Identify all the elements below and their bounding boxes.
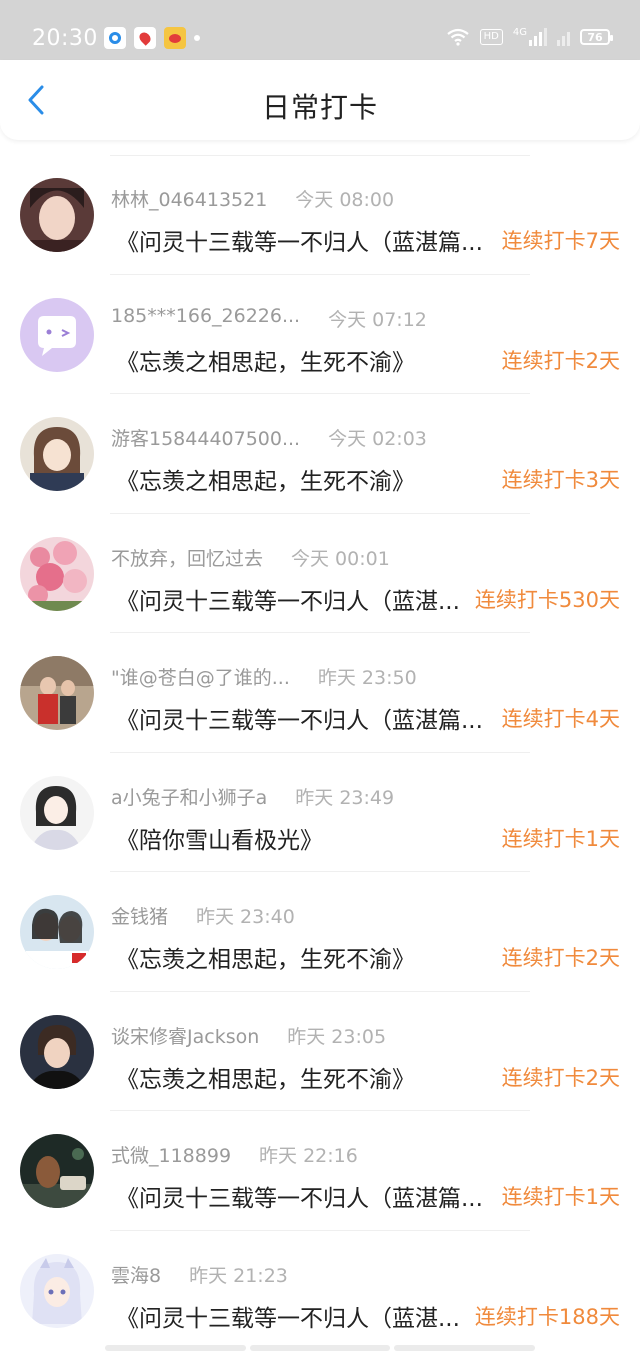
user-name: 185***166_26226... <box>111 304 301 327</box>
streak-label: 连续打卡2天 <box>501 946 620 970</box>
streak-label: 连续打卡2天 <box>501 348 620 373</box>
status-bar: 20:30 HD 4G 76 <box>0 0 640 60</box>
book-title: 《问灵十三载等一不归人（蓝湛篇... <box>116 708 483 734</box>
hd-voice-badge: HD <box>479 29 503 45</box>
checkin-time: 昨天 23:50 <box>317 667 417 689</box>
streak-label: 连续打卡530天 <box>474 587 620 612</box>
avatar[interactable] <box>20 775 94 850</box>
bottom-page-indicator <box>105 1345 536 1351</box>
checkin-time: 今天 02:03 <box>328 428 427 450</box>
list-item[interactable]: 雲海8 昨天 21:23 《问灵十三载等一不归人（蓝湛... 连续打卡188天 <box>0 1231 640 1351</box>
browser-app-icon <box>104 27 126 49</box>
list-item[interactable]: 游客15844407500... 今天 02:03 《忘羡之相思起，生死不渝》 … <box>0 394 640 514</box>
book-title: 《忘羡之相思起，生死不渝》 <box>116 349 415 376</box>
checkin-time: 昨天 23:49 <box>295 786 395 809</box>
user-name: 不放弃，回忆过去 <box>111 547 264 570</box>
item-meta: 不放弃，回忆过去 今天 00:01 <box>111 544 390 571</box>
book-title: 《忘羡之相思起，生死不渝》 <box>116 947 415 973</box>
nav-bar: 日常打卡 <box>0 60 640 140</box>
book-title: 《问灵十三载等一不归人（蓝湛篇... <box>116 1186 483 1212</box>
streak-label: 连续打卡1天 <box>501 826 620 851</box>
item-meta: 金钱猪 昨天 23:40 <box>111 902 295 929</box>
wifi-icon <box>446 28 469 46</box>
avatar[interactable] <box>20 895 94 969</box>
list-item[interactable]: 185***166_26226... 今天 07:12 《忘羡之相思起，生死不渝… <box>0 275 640 394</box>
map-app-icon <box>134 27 156 49</box>
list-item[interactable]: 金钱猪 昨天 23:40 《忘羡之相思起，生死不渝》 连续打卡2天 <box>0 872 640 992</box>
status-indicators: HD 4G 76 <box>446 28 613 46</box>
status-time: 20:30 <box>32 26 98 51</box>
item-meta: 185***166_26226... 今天 07:12 <box>111 305 427 332</box>
book-title: 《问灵十三载等一不归人（蓝湛... <box>116 588 460 615</box>
streak-label: 连续打卡4天 <box>501 707 620 731</box>
battery-icon: 76 <box>580 29 613 45</box>
checkin-time: 今天 00:01 <box>291 547 390 570</box>
checkin-time: 昨天 23:40 <box>196 906 295 928</box>
list-item[interactable]: a小兔子和小狮子a 昨天 23:49 《陪你雪山看极光》 连续打卡1天 <box>0 753 640 872</box>
user-name: 金钱猪 <box>111 906 169 928</box>
item-meta: a小兔子和小狮子a 昨天 23:49 <box>111 783 394 810</box>
book-title: 《忘羡之相思起，生死不渝》 <box>116 1066 415 1093</box>
network-type-label: 4G <box>512 27 527 38</box>
user-name: "谁@苍白@了谁的... <box>111 667 290 689</box>
user-name: 林林_046413521 <box>111 189 268 211</box>
item-meta: "谁@苍白@了谁的... 昨天 23:50 <box>111 663 417 690</box>
avatar[interactable] <box>20 1014 94 1089</box>
user-name: 式微_118899 <box>111 1145 232 1167</box>
avatar[interactable] <box>20 1253 94 1328</box>
user-name: a小兔子和小狮子a <box>111 786 268 809</box>
book-title: 《忘羡之相思起，生死不渝》 <box>116 469 415 495</box>
list-item[interactable]: 林林_046413521 今天 08:00 《问灵十三载等一不归人（蓝湛篇...… <box>0 155 640 275</box>
streak-label: 连续打卡7天 <box>501 229 620 253</box>
book-title: 《问灵十三载等一不归人（蓝湛... <box>116 1305 460 1332</box>
item-meta: 游客15844407500... 今天 02:03 <box>111 424 427 451</box>
battery-level: 76 <box>587 30 603 44</box>
user-name: 谈宋修睿Jackson <box>111 1025 260 1048</box>
cellular-signal-icon: 4G <box>513 28 547 46</box>
book-title: 《陪你雪山看极光》 <box>116 827 323 854</box>
item-meta: 谈宋修睿Jackson 昨天 23:05 <box>111 1022 386 1049</box>
status-app-icons <box>104 27 200 49</box>
list-item[interactable]: "谁@苍白@了谁的... 昨天 23:50 《问灵十三载等一不归人（蓝湛篇...… <box>0 633 640 753</box>
streak-label: 连续打卡1天 <box>501 1185 620 1209</box>
book-title: 《问灵十三载等一不归人（蓝湛篇... <box>116 230 483 256</box>
avatar[interactable] <box>20 297 94 372</box>
user-name: 游客15844407500... <box>111 428 301 450</box>
checkin-time: 昨天 23:05 <box>287 1025 387 1048</box>
streak-label: 连续打卡2天 <box>501 1065 620 1090</box>
item-meta: 雲海8 昨天 21:23 <box>111 1261 288 1288</box>
streak-label: 连续打卡3天 <box>501 468 620 492</box>
item-meta: 林林_046413521 今天 08:00 <box>111 185 394 212</box>
page-title: 日常打卡 <box>261 91 378 124</box>
checkin-list: 林林_046413521 今天 08:00 《问灵十三载等一不归人（蓝湛篇...… <box>0 155 640 1350</box>
checkin-time: 今天 08:00 <box>295 189 395 211</box>
secondary-signal-icon <box>557 28 570 46</box>
checkin-time: 昨天 22:16 <box>259 1145 358 1167</box>
avatar[interactable] <box>20 1134 94 1208</box>
user-name: 雲海8 <box>111 1264 162 1287</box>
list-item[interactable]: 式微_118899 昨天 22:16 《问灵十三载等一不归人（蓝湛篇... 连续… <box>0 1111 640 1231</box>
avatar[interactable] <box>20 417 94 491</box>
item-meta: 式微_118899 昨天 22:16 <box>111 1141 358 1168</box>
more-notifications-dot-icon <box>194 35 200 41</box>
streak-label: 连续打卡188天 <box>474 1304 620 1329</box>
avatar[interactable] <box>20 536 94 611</box>
checkin-time: 今天 07:12 <box>328 308 427 331</box>
avatar[interactable] <box>20 178 94 252</box>
list-item[interactable]: 不放弃，回忆过去 今天 00:01 《问灵十三载等一不归人（蓝湛... 连续打卡… <box>0 514 640 633</box>
checkin-time: 昨天 21:23 <box>189 1264 288 1287</box>
list-item[interactable]: 谈宋修睿Jackson 昨天 23:05 《忘羡之相思起，生死不渝》 连续打卡2… <box>0 992 640 1111</box>
weibo-app-icon <box>164 27 186 49</box>
avatar[interactable] <box>20 656 94 730</box>
